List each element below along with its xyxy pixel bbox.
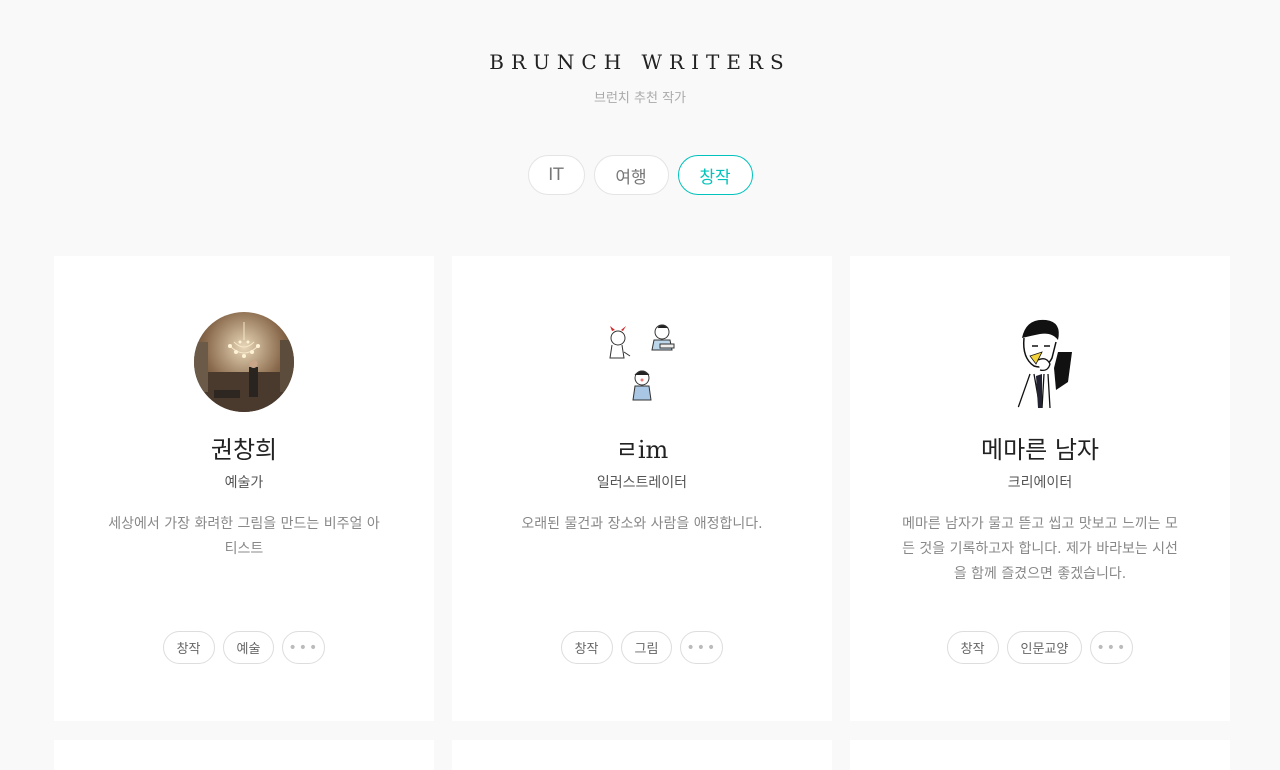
writer-role: 일러스트레이터 [596, 475, 688, 491]
writer-name[interactable]: 권창희 [54, 430, 434, 465]
tag-chip[interactable]: 인문교양 [1006, 631, 1083, 664]
writer-card[interactable]: 메마른 남자 크리에이터 메마른 남자가 물고 뜯고 씹고 맛보고 느끼는 모든… [850, 256, 1230, 721]
writer-card[interactable]: 권창희 예술가 세상에서 가장 화려한 그림을 만드는 비주얼 아티스트 창작 … [54, 256, 434, 721]
tab-travel[interactable]: 여행 [593, 155, 669, 195]
writer-card[interactable]: ㄹim 일러스트레이터 오래된 물건과 장소와 사람을 애정합니다. 창작 그림… [452, 256, 832, 721]
page-title: BRUNCH WRITERS [489, 50, 791, 74]
page-subtitle: 브런치 추천 작가 [594, 91, 686, 106]
writer-role: 크리에이터 [1007, 475, 1073, 491]
writer-description: 세상에서 가장 화려한 그림을 만드는 비주얼 아티스트 [108, 516, 380, 557]
writer-description: 오래된 물건과 장소와 사람을 애정합니다. [521, 516, 763, 532]
writer-role: 예술가 [224, 475, 264, 491]
tag-chip[interactable]: 그림 [620, 631, 673, 664]
avatar[interactable] [990, 312, 1090, 412]
tag-chip[interactable]: 예술 [222, 631, 275, 664]
writer-name[interactable]: ㄹim [452, 430, 832, 465]
more-tags-button[interactable]: ••• [282, 631, 326, 664]
tag-chip[interactable]: 창작 [162, 631, 215, 664]
writer-name[interactable]: 메마른 남자 [850, 430, 1230, 465]
category-tabs: IT 여행 창작 [0, 155, 1280, 195]
sketch-avatar-image [990, 312, 1090, 412]
tag-chip[interactable]: 창작 [560, 631, 613, 664]
tag-list: 창작 예술 ••• [54, 631, 434, 664]
avatar[interactable] [592, 312, 692, 412]
writer-card-partial[interactable] [54, 740, 434, 770]
more-tags-button[interactable]: ••• [680, 631, 724, 664]
tag-chip[interactable]: 창작 [946, 631, 999, 664]
tab-creative[interactable]: 창작 [677, 155, 753, 195]
tag-list: 창작 인문교양 ••• [850, 631, 1230, 664]
writer-card-partial[interactable] [452, 740, 832, 770]
photo-avatar-image [194, 312, 294, 412]
avatar[interactable] [194, 312, 294, 412]
tab-it[interactable]: IT [527, 155, 585, 195]
writer-description: 메마른 남자가 물고 뜯고 씹고 맛보고 느끼는 모든 것을 기록하고자 합니다… [902, 516, 1178, 582]
more-tags-button[interactable]: ••• [1090, 631, 1134, 664]
writer-card-partial[interactable] [850, 740, 1230, 770]
illustration-avatar-image [592, 312, 692, 412]
tag-list: 창작 그림 ••• [452, 631, 832, 664]
